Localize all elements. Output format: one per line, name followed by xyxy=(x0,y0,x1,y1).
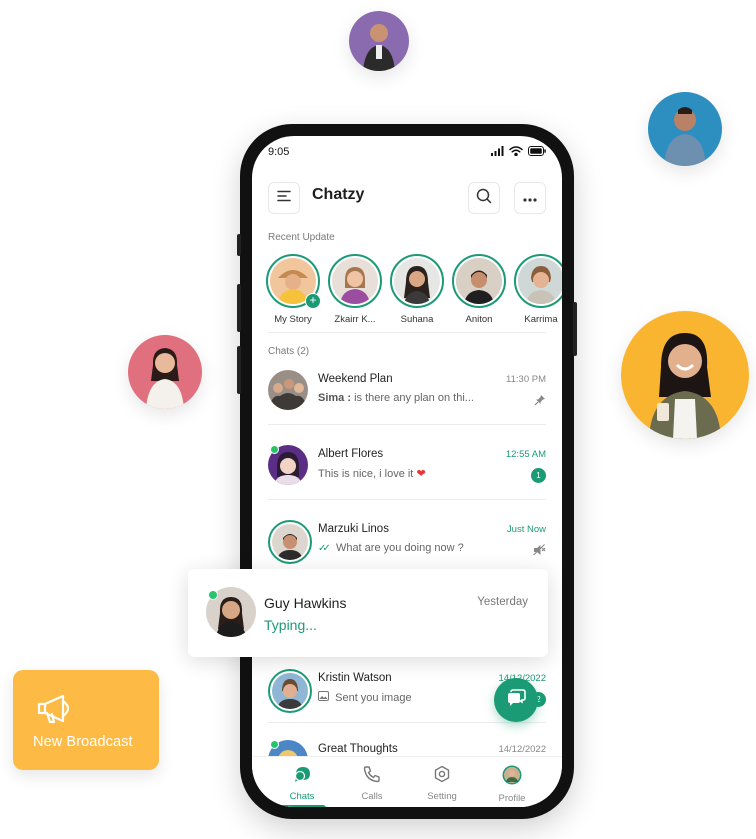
pin-icon xyxy=(534,393,546,411)
chat-row-marzuki-linos[interactable]: Marzuki Linos ✓✓ What are you doing now … xyxy=(268,514,546,574)
story-item[interactable]: Aniton xyxy=(448,254,510,325)
chat-row-weekend-plan[interactable]: Weekend Plan Sima : is there any plan on… xyxy=(268,364,546,424)
chat-name: Marzuki Linos xyxy=(318,523,389,535)
unread-badge: 1 xyxy=(531,468,546,483)
story-item[interactable]: Zkairr K... xyxy=(324,254,386,325)
typing-status: Typing... xyxy=(264,617,317,633)
divider xyxy=(268,722,546,723)
bottom-nav: Chats Calls Setting Profile xyxy=(252,756,562,807)
nav-calls[interactable]: Calls xyxy=(342,765,402,802)
app-title: Chatzy xyxy=(312,186,365,203)
chat-preview: ✓✓ What are you doing now ? xyxy=(318,542,464,554)
nav-label: Calls xyxy=(361,791,383,802)
online-indicator xyxy=(270,445,279,454)
chat-name: Albert Flores xyxy=(318,448,384,460)
chat-preview: Sima : is there any plan on thi... xyxy=(318,392,474,404)
divider xyxy=(268,424,546,425)
typing-card-time: Yesterday xyxy=(477,596,528,608)
chats-icon xyxy=(292,767,312,787)
recent-update-label: Recent Update xyxy=(268,232,335,243)
chat-name: Great Thoughts xyxy=(318,743,398,755)
chat-message: is there any plan on thi... xyxy=(354,392,474,404)
divider xyxy=(268,332,546,333)
avatar xyxy=(268,520,312,564)
story-name: Suhana xyxy=(400,314,434,325)
menu-button[interactable] xyxy=(268,182,300,214)
chat-message: Sent you image xyxy=(335,692,412,704)
chat-name: Kristin Watson xyxy=(318,672,392,684)
floating-avatar-man-suit xyxy=(349,11,409,71)
mute-icon xyxy=(533,543,546,561)
new-broadcast-card[interactable]: New Broadcast xyxy=(13,670,159,770)
phone-mockup: 9:05 Chatzy Recent Update + My Story Zka… xyxy=(237,124,577,819)
story-item[interactable]: Suhana xyxy=(386,254,448,325)
divider xyxy=(268,499,546,500)
settings-icon xyxy=(433,765,451,787)
status-time: 9:05 xyxy=(268,146,290,158)
story-item[interactable]: Karrima xyxy=(510,254,562,325)
menu-icon xyxy=(277,189,291,207)
typing-card-name: Guy Hawkins xyxy=(264,595,347,611)
chat-preview: This is nice, i love it ❤ xyxy=(318,467,426,480)
avatar xyxy=(268,669,312,713)
more-icon xyxy=(523,189,537,207)
story-name: Zkairr K... xyxy=(334,314,376,325)
add-story-icon[interactable]: + xyxy=(305,293,321,309)
floating-avatar-woman-pink xyxy=(128,335,202,409)
nav-label: Setting xyxy=(427,791,457,802)
floating-avatar-woman-coffee xyxy=(621,311,749,439)
nav-label: Profile xyxy=(498,793,526,804)
wifi-icon xyxy=(509,146,523,156)
status-icons xyxy=(491,146,546,156)
heart-icon: ❤ xyxy=(416,468,426,480)
online-indicator xyxy=(270,740,279,749)
chat-sender: Sima : xyxy=(318,392,352,404)
stories-row: + My Story Zkairr K... Suhana Aniton Kar… xyxy=(262,254,562,325)
avatar xyxy=(268,370,308,410)
floating-avatar-man-phone xyxy=(648,92,722,166)
chat-preview: Sent you image xyxy=(318,691,412,704)
nav-setting[interactable]: Setting xyxy=(412,765,472,802)
nav-chats[interactable]: Chats xyxy=(272,765,332,802)
app-header: Chatzy xyxy=(268,182,546,214)
online-indicator xyxy=(208,590,218,600)
new-broadcast-label: New Broadcast xyxy=(33,734,133,750)
chat-bubble-icon xyxy=(506,688,526,712)
chat-message: What are you doing now ? xyxy=(335,542,464,554)
new-chat-fab[interactable] xyxy=(494,678,538,722)
story-name: Karrima xyxy=(524,314,558,325)
nav-label: Chats xyxy=(289,791,315,802)
active-tab-indicator xyxy=(278,805,326,807)
image-icon xyxy=(318,691,329,704)
chat-time: 11:30 PM xyxy=(506,374,546,385)
double-check-icon: ✓✓ xyxy=(318,543,331,554)
app-screen: 9:05 Chatzy Recent Update + My Story Zka… xyxy=(252,136,562,807)
chat-name: Weekend Plan xyxy=(318,373,393,385)
phone-icon xyxy=(363,766,381,787)
chat-message: This is nice, i love it xyxy=(318,468,414,480)
signal-icon xyxy=(491,146,504,156)
chat-row-albert-flores[interactable]: Albert Flores This is nice, i love it ❤ … xyxy=(268,439,546,499)
profile-avatar-icon xyxy=(502,765,522,789)
story-item[interactable]: + My Story xyxy=(262,254,324,325)
more-button[interactable] xyxy=(514,182,546,214)
chat-time: 14/12/2022 xyxy=(498,744,546,755)
battery-icon xyxy=(528,146,546,156)
nav-profile[interactable]: Profile xyxy=(482,765,542,804)
story-name: My Story xyxy=(274,314,312,325)
chat-time: Just Now xyxy=(506,524,546,535)
story-name: Aniton xyxy=(465,314,493,325)
search-icon xyxy=(476,188,492,209)
search-button[interactable] xyxy=(468,182,500,214)
chats-count-label: Chats (2) xyxy=(268,346,310,357)
typing-chat-card[interactable]: Guy Hawkins Typing... Yesterday xyxy=(188,569,548,657)
chat-time: 12:55 AM xyxy=(505,449,546,460)
megaphone-icon xyxy=(35,692,77,731)
